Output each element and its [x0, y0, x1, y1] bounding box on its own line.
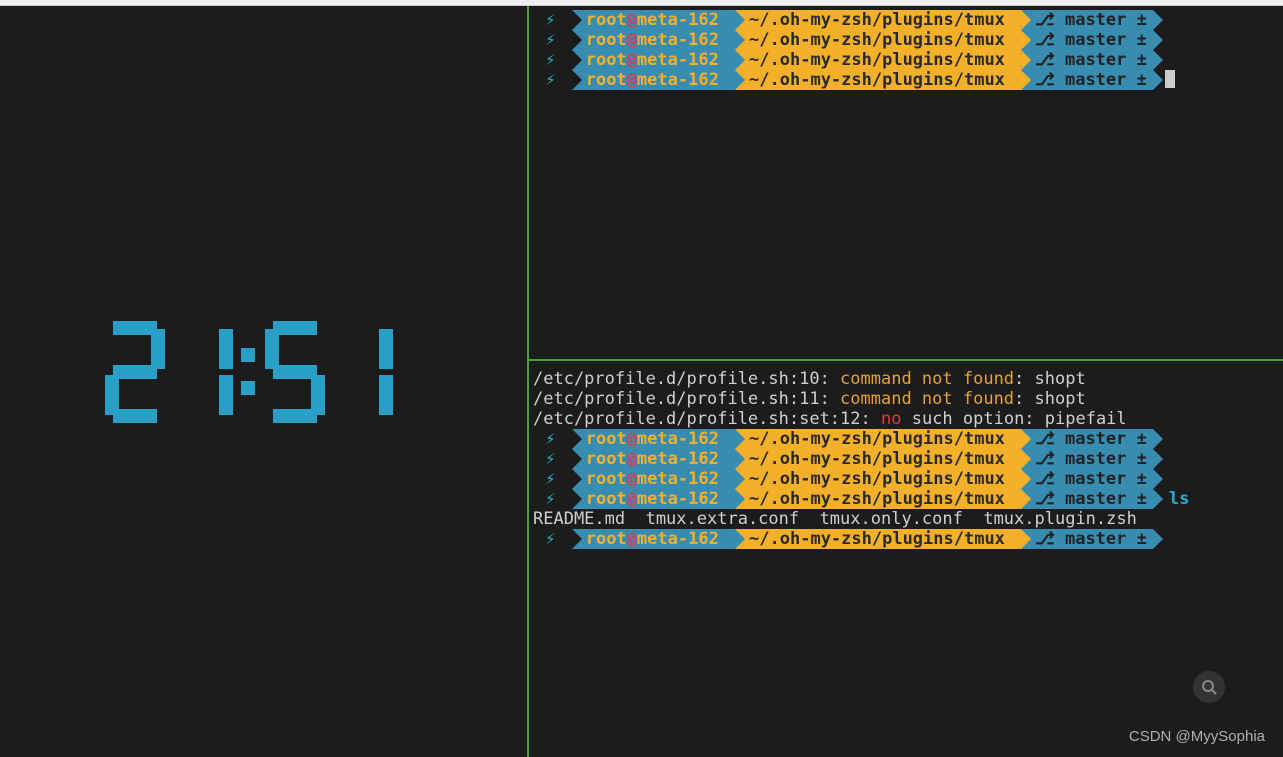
shell-prompt[interactable]: ⚡ root@meta-162 ~/.oh-my-zsh/plugins/tmu… — [529, 30, 1283, 50]
user-host-segment: root@meta-162 — [572, 529, 735, 549]
clock-digit-4 — [333, 321, 393, 423]
bolt-icon: ⚡ — [529, 70, 572, 90]
shell-prompt[interactable]: ⚡ root@meta-162 ~/.oh-my-zsh/plugins/tmu… — [529, 10, 1283, 30]
git-branch-segment: ⎇ master ± — [1021, 10, 1153, 30]
user-host-segment: root@meta-162 — [572, 469, 735, 489]
clock-digit-3 — [265, 321, 325, 423]
error-output: /etc/profile.d/profile.sh:11: command no… — [529, 389, 1283, 409]
user-host-segment: root@meta-162 — [572, 10, 735, 30]
shell-prompt[interactable]: ⚡ root@meta-162 ~/.oh-my-zsh/plugins/tmu… — [529, 529, 1283, 549]
git-branch-segment: ⎇ master ± — [1021, 449, 1153, 469]
path-segment: ~/.oh-my-zsh/plugins/tmux — [735, 70, 1021, 90]
path-segment: ~/.oh-my-zsh/plugins/tmux — [735, 30, 1021, 50]
git-branch-segment: ⎇ master ± — [1021, 529, 1153, 549]
shell-prompt[interactable]: ⚡ root@meta-162 ~/.oh-my-zsh/plugins/tmu… — [529, 449, 1283, 469]
bolt-icon: ⚡ — [529, 10, 572, 30]
top-terminal-pane[interactable]: ⚡ root@meta-162 ~/.oh-my-zsh/plugins/tmu… — [529, 6, 1283, 361]
error-output: /etc/profile.d/profile.sh:10: command no… — [529, 369, 1283, 389]
user-host-segment: root@meta-162 — [572, 429, 735, 449]
path-segment: ~/.oh-my-zsh/plugins/tmux — [735, 529, 1021, 549]
user-host-segment: root@meta-162 — [572, 449, 735, 469]
bolt-icon: ⚡ — [529, 30, 572, 50]
git-branch-segment: ⎇ master ± — [1021, 489, 1153, 509]
user-host-segment: root@meta-162 — [572, 70, 735, 90]
path-segment: ~/.oh-my-zsh/plugins/tmux — [735, 429, 1021, 449]
search-icon[interactable] — [1193, 671, 1225, 703]
shell-prompt[interactable]: ⚡ root@meta-162 ~/.oh-my-zsh/plugins/tmu… — [529, 469, 1283, 489]
bolt-icon: ⚡ — [529, 529, 572, 549]
bolt-icon: ⚡ — [529, 469, 572, 489]
user-host-segment: root@meta-162 — [572, 489, 735, 509]
shell-prompt[interactable]: ⚡ root@meta-162 ~/.oh-my-zsh/plugins/tmu… — [529, 70, 1283, 90]
path-segment: ~/.oh-my-zsh/plugins/tmux — [735, 489, 1021, 509]
git-branch-segment: ⎇ master ± — [1021, 70, 1153, 90]
digital-clock — [105, 321, 393, 423]
path-segment: ~/.oh-my-zsh/plugins/tmux — [735, 50, 1021, 70]
git-branch-segment: ⎇ master ± — [1021, 50, 1153, 70]
path-segment: ~/.oh-my-zsh/plugins/tmux — [735, 469, 1021, 489]
git-branch-segment: ⎇ master ± — [1021, 30, 1153, 50]
terminal-cursor — [1165, 70, 1175, 88]
bolt-icon: ⚡ — [529, 50, 572, 70]
shell-prompt[interactable]: ⚡ root@meta-162 ~/.oh-my-zsh/plugins/tmu… — [529, 489, 1283, 509]
shell-prompt[interactable]: ⚡ root@meta-162 ~/.oh-my-zsh/plugins/tmu… — [529, 429, 1283, 449]
shell-prompt[interactable]: ⚡ root@meta-162 ~/.oh-my-zsh/plugins/tmu… — [529, 50, 1283, 70]
path-segment: ~/.oh-my-zsh/plugins/tmux — [735, 449, 1021, 469]
error-output: /etc/profile.d/profile.sh:set:12: no suc… — [529, 409, 1283, 429]
watermark-text: CSDN @MyySophia — [1129, 728, 1265, 745]
terminal-panes: ⚡ root@meta-162 ~/.oh-my-zsh/plugins/tmu… — [529, 6, 1283, 757]
tmux-window: ⚡ root@meta-162 ~/.oh-my-zsh/plugins/tmu… — [0, 6, 1283, 757]
clock-pane[interactable] — [0, 6, 529, 757]
bolt-icon: ⚡ — [529, 449, 572, 469]
clock-digit-2 — [173, 321, 233, 423]
bolt-icon: ⚡ — [529, 429, 572, 449]
clock-colon — [241, 321, 257, 423]
user-host-segment: root@meta-162 — [572, 50, 735, 70]
path-segment: ~/.oh-my-zsh/plugins/tmux — [735, 10, 1021, 30]
git-branch-segment: ⎇ master ± — [1021, 469, 1153, 489]
user-host-segment: root@meta-162 — [572, 30, 735, 50]
git-branch-segment: ⎇ master ± — [1021, 429, 1153, 449]
bolt-icon: ⚡ — [529, 489, 572, 509]
ls-output: README.md tmux.extra.conf tmux.only.conf… — [529, 509, 1283, 529]
clock-digit-1 — [105, 321, 165, 423]
bottom-terminal-pane[interactable]: /etc/profile.d/profile.sh:10: command no… — [529, 361, 1283, 757]
